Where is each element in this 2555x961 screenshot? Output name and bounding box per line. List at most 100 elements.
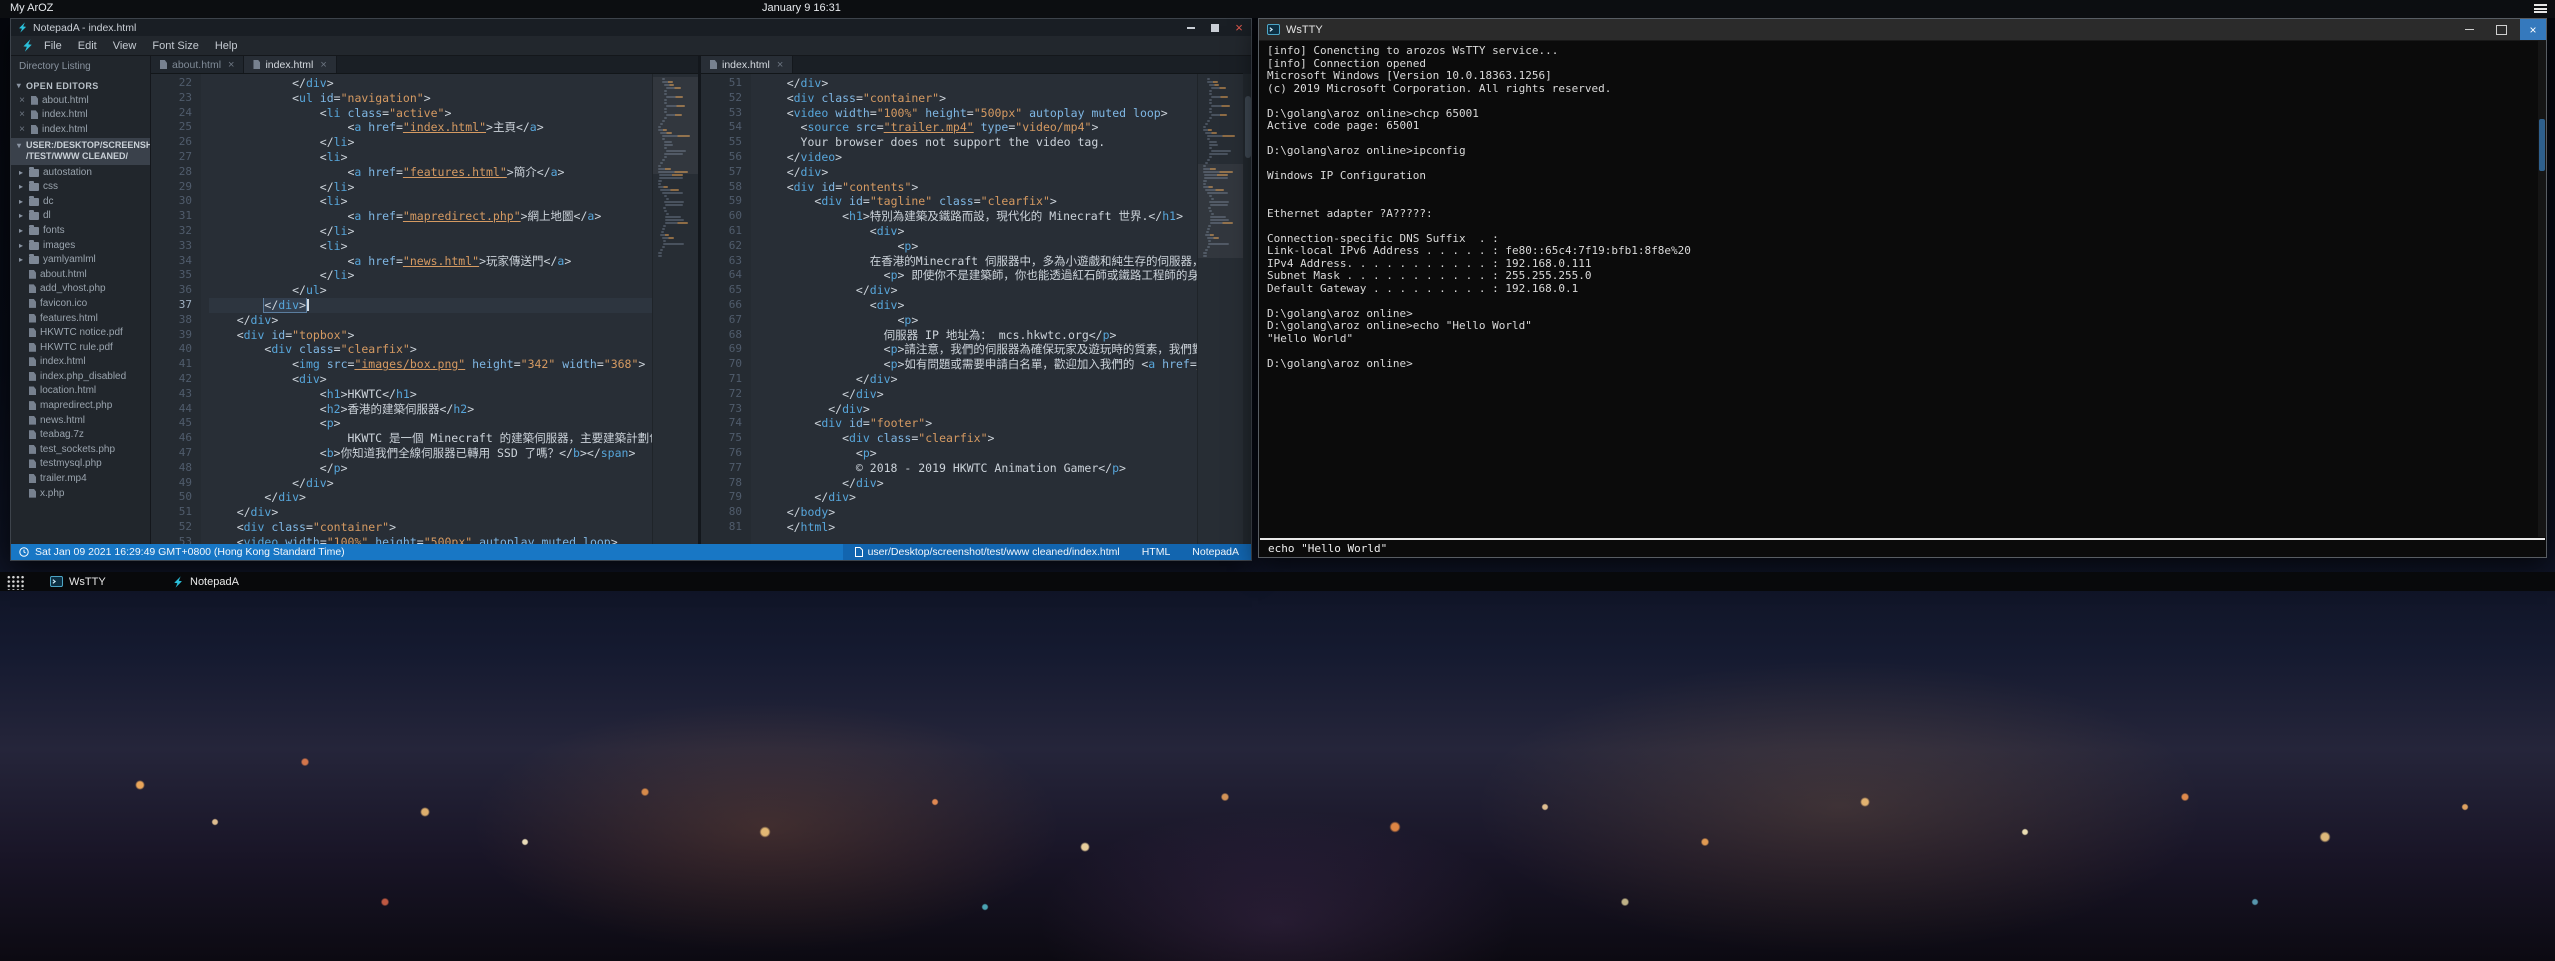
line-number-gutter[interactable]: 2223242526272829303132333435363738394041… [151,74,201,544]
file-item[interactable]: location.html [11,384,150,399]
code-line[interactable]: <p> [759,239,1197,254]
code-line[interactable]: <a href="mapredirect.php">網上地圖</a> [209,209,652,224]
wstty-titlebar[interactable]: WsTTY × [1259,19,2546,41]
menu-file[interactable]: File [44,40,62,52]
code-line[interactable]: <a href="index.html">主頁</a> [209,120,652,135]
terminal-scrollbar[interactable] [2538,41,2546,537]
code-line[interactable]: </div> [209,76,652,91]
code-line[interactable]: <video width="100%" height="500px" autop… [209,535,652,544]
menu-view[interactable]: View [113,40,137,52]
menu-help[interactable]: Help [215,40,238,52]
code-content[interactable]: </div> <div class="container"> <video wi… [751,74,1197,544]
code-line[interactable]: <div> [209,372,652,387]
maximize-button[interactable] [2488,19,2514,40]
code-line[interactable]: </div> [759,165,1197,180]
file-item[interactable]: favicon.ico [11,296,150,311]
code-line[interactable]: <li class="active"> [209,106,652,121]
code-line[interactable]: </div> [209,298,652,313]
code-line[interactable]: </div> [759,372,1197,387]
code-line[interactable]: </div> [209,490,652,505]
code-line[interactable]: </div> [759,387,1197,402]
folder-item[interactable]: ▸dl [11,209,150,224]
code-line[interactable]: <p> 即使你不是建築師，你也能透過紅石師或鐵路工程師的身份加入我 [759,268,1197,283]
code-line[interactable]: © 2018 - 2019 HKWTC Animation Gamer</p> [759,461,1197,476]
code-line[interactable]: <p>請注意，我們的伺服器為確保玩家及遊玩時的質素，我們對的服務開放 [759,342,1197,357]
folder-item[interactable]: ▸dc [11,194,150,209]
editor-tab[interactable]: about.html× [151,56,244,73]
code-line[interactable]: <p> [759,446,1197,461]
terminal-input-line[interactable]: echo "Hello World" [1268,542,1387,555]
code-line[interactable]: 在香港的Minecraft 伺服器中，多為小遊戲和純生存的伺服器，較少擁有 [759,254,1197,269]
code-line[interactable]: </div> [209,476,652,491]
close-button[interactable]: × [1227,19,1251,36]
code-line[interactable]: <div class="clearfix"> [759,431,1197,446]
minimap[interactable] [1197,74,1243,544]
scrollbar-thumb[interactable] [1245,96,1251,158]
code-line[interactable]: </li> [209,224,652,239]
open-editor-item[interactable]: ×about.html [11,93,150,108]
file-item[interactable]: HKWTC rule.pdf [11,340,150,355]
code-line[interactable]: <div id="topbox"> [209,328,652,343]
code-line[interactable]: <img src="images/box.png" height="342" w… [209,357,652,372]
file-item[interactable]: index.html [11,355,150,370]
folder-item[interactable]: ▸css [11,179,150,194]
file-item[interactable]: HKWTC notice.pdf [11,325,150,340]
close-button[interactable]: × [2520,19,2546,40]
close-icon[interactable]: × [777,59,783,71]
scrollbar-thumb[interactable] [2539,119,2545,171]
code-line[interactable]: </ul> [209,283,652,298]
folder-item[interactable]: ▸images [11,238,150,253]
open-editor-item[interactable]: ×index.html [11,122,150,137]
code-line[interactable]: </div> [759,76,1197,91]
code-line[interactable]: </p> [209,461,652,476]
code-line[interactable]: </div> [759,283,1197,298]
minimize-button[interactable] [2456,19,2482,40]
hamburger-menu-icon[interactable] [2534,4,2547,13]
close-icon[interactable]: × [17,124,27,135]
vertical-scrollbar[interactable] [1243,74,1251,544]
menu-edit[interactable]: Edit [78,40,97,52]
file-item[interactable]: x.php [11,486,150,501]
code-line[interactable]: 伺服器 IP 地址為： mcs.hkwtc.org</p> [759,328,1197,343]
code-line[interactable]: <a href="features.html">簡介</a> [209,165,652,180]
code-content[interactable]: </div> <ul id="navigation"> <li class="a… [201,74,652,544]
close-icon[interactable]: × [228,59,234,71]
code-line[interactable]: <div> [759,298,1197,313]
code-line[interactable]: </li> [209,268,652,283]
taskbar-item-notepada[interactable]: NotepadA [172,576,268,588]
terminal-output[interactable]: [info] Conencting to arozos WsTTY servic… [1259,41,2538,537]
open-editor-item[interactable]: ×index.html [11,108,150,123]
code-line[interactable]: <b>你知道我們全線伺服器已轉用 SSD 了嗎？</b></span> [209,446,652,461]
code-line[interactable]: </li> [209,180,652,195]
code-line[interactable]: </body> [759,505,1197,520]
code-line[interactable]: <h2>香港的建築伺服器</h2> [209,402,652,417]
close-icon[interactable]: × [320,59,326,71]
code-line[interactable]: <p>如有問題或需要申請白名單，歡迎加入我們的 <a href="https:/… [759,357,1197,372]
line-number-gutter[interactable]: 5152535455565758596061626364656667686970… [701,74,751,544]
close-icon[interactable]: × [17,95,27,106]
code-line[interactable]: <h1>特別為建築及鐵路而設，現代化的 Minecraft 世界.</h1> [759,209,1197,224]
menu-font-size[interactable]: Font Size [152,40,198,52]
code-line[interactable]: </div> [209,505,652,520]
code-line[interactable]: </video> [759,150,1197,165]
file-item[interactable]: about.html [11,267,150,282]
minimap[interactable] [652,74,698,544]
code-line[interactable]: <p> [759,313,1197,328]
code-line[interactable]: <source src="trailer.mp4" type="video/mp… [759,120,1197,135]
file-item[interactable]: testmysql.php [11,457,150,472]
code-line[interactable]: <video width="100%" height="500px" autop… [759,106,1197,121]
file-item[interactable]: mapredirect.php [11,398,150,413]
code-line[interactable]: <a href="news.html">玩家傳送門</a> [209,254,652,269]
code-line[interactable]: <p> [209,416,652,431]
minimap-viewport[interactable] [1198,164,1243,258]
code-line[interactable]: <div> [759,224,1197,239]
file-item[interactable]: add_vhost.php [11,282,150,297]
code-line[interactable]: </div> [209,313,652,328]
file-item[interactable]: index.php_disabled [11,369,150,384]
minimap-viewport[interactable] [653,77,698,174]
code-line[interactable]: <div class="container"> [209,520,652,535]
file-item[interactable]: test_sockets.php [11,442,150,457]
code-line[interactable]: <li> [209,150,652,165]
code-line[interactable]: Your browser does not support the video … [759,135,1197,150]
code-line[interactable]: <div id="tagline" class="clearfix"> [759,194,1197,209]
